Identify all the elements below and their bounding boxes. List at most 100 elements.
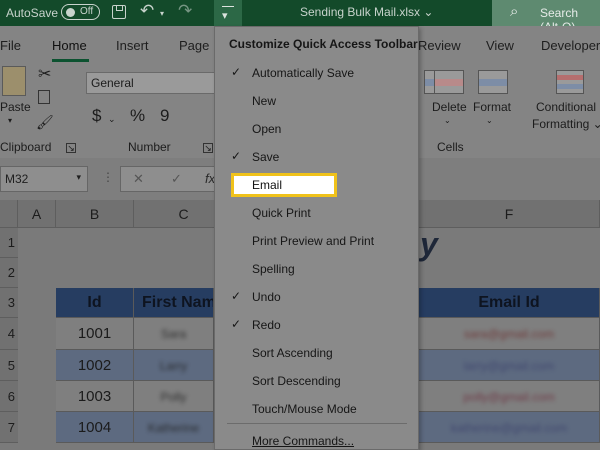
customize-qat-button[interactable]: ▾ [214, 0, 242, 26]
currency-format-button[interactable]: $ [92, 106, 101, 126]
first-name-cell[interactable]: Polly [134, 381, 214, 412]
number-launcher-icon[interactable]: ↘ [203, 143, 213, 153]
row-header[interactable]: 5 [0, 350, 18, 381]
menu-item-label: Redo [252, 318, 281, 332]
menu-item-new[interactable]: New [215, 87, 418, 115]
first-name-header-cell[interactable]: First Nam [134, 288, 214, 318]
tab-insert[interactable]: Insert [116, 38, 149, 53]
email-cell[interactable]: sara@gmail.com [419, 318, 600, 350]
comma-format-button[interactable]: 9 [160, 106, 169, 126]
id-header-cell[interactable]: Id [56, 288, 134, 318]
select-all-corner[interactable] [0, 200, 18, 228]
email-value: sara@gmail.com [463, 327, 555, 341]
menu-item-touch-mouse-mode[interactable]: Touch/Mouse Mode [215, 395, 418, 423]
email-value: katherine@gmail.com [450, 421, 568, 435]
column-header[interactable]: A [18, 200, 56, 228]
email-cell[interactable]: larry@gmail.com [419, 350, 600, 381]
formula-bar-divider-icon: ⋮ [102, 170, 114, 184]
delete-dropdown-icon[interactable]: ⌄ [444, 116, 451, 125]
tab-review[interactable]: Review [418, 38, 461, 53]
checkmark-icon: ✓ [231, 149, 242, 163]
conditional-formatting-icon[interactable] [556, 70, 584, 94]
tab-view[interactable]: View [486, 38, 514, 53]
paste-icon[interactable] [2, 66, 26, 96]
id-cell[interactable]: 1004 [56, 412, 134, 443]
column-header[interactable]: B [56, 200, 134, 228]
delete-cells-icon[interactable] [434, 70, 464, 94]
cancel-entry-icon[interactable]: ✕ [133, 171, 144, 187]
email-header-cell[interactable]: Email Id [419, 288, 600, 318]
conditional-formatting-label-2[interactable]: Formatting ⌄ [532, 117, 600, 131]
menu-item-email[interactable]: Email [215, 171, 418, 199]
format-painter-icon[interactable]: 🖌 [36, 114, 54, 131]
email-cell[interactable]: katherine@gmail.com [419, 412, 600, 443]
formula-controls: ✕ ✓ fx [120, 166, 220, 192]
conditional-formatting-label[interactable]: Conditional [536, 100, 596, 114]
menu-item-save[interactable]: ✓ Save [215, 143, 418, 171]
checkmark-icon: ✓ [231, 289, 242, 303]
confirm-entry-icon[interactable]: ✓ [171, 171, 182, 187]
format-cells-icon[interactable] [478, 70, 508, 94]
id-cell[interactable]: 1003 [56, 381, 134, 412]
menu-item-label: Spelling [252, 262, 295, 276]
menu-item-undo[interactable]: ✓ Undo [215, 283, 418, 311]
paste-label[interactable]: Paste [0, 100, 31, 114]
menu-item-spelling[interactable]: Spelling [215, 255, 418, 283]
menu-item-label: Sort Ascending [252, 346, 333, 360]
undo-dropdown-icon[interactable]: ▾ [160, 9, 164, 18]
email-cell[interactable]: polly@gmail.com [419, 381, 600, 412]
menu-item-automatically-save[interactable]: ✓ Automatically Save [215, 59, 418, 87]
document-title[interactable]: Sending Bulk Mail.xlsx ⌄ [300, 5, 433, 19]
row-header[interactable]: 7 [0, 412, 18, 443]
menu-item-redo[interactable]: ✓ Redo [215, 311, 418, 339]
first-name-cell[interactable]: Katherine [134, 412, 214, 443]
clipboard-launcher-icon[interactable]: ↘ [66, 143, 76, 153]
currency-dropdown-icon[interactable]: ⌄ [108, 114, 116, 125]
menu-item-sort-descending[interactable]: Sort Descending [215, 367, 418, 395]
menu-item-quick-print[interactable]: Quick Print [215, 199, 418, 227]
first-name-cell[interactable]: Larry [134, 350, 214, 381]
menu-item-label: Touch/Mouse Mode [252, 402, 357, 416]
delete-cells-label[interactable]: Delete [432, 100, 467, 114]
format-cells-label[interactable]: Format [473, 100, 511, 114]
tab-home[interactable]: Home [52, 38, 87, 53]
row-header[interactable]: 2 [0, 258, 18, 288]
highlight-box [231, 173, 337, 197]
format-dropdown-icon[interactable]: ⌄ [486, 116, 493, 125]
id-cell[interactable]: 1002 [56, 350, 134, 381]
name-box[interactable]: M32 ▾ [0, 166, 88, 192]
autosave-toggle[interactable]: Off [61, 4, 100, 20]
tab-developer[interactable]: Developer [541, 38, 600, 53]
tab-file[interactable]: File [0, 38, 21, 53]
name-box-dropdown-icon[interactable]: ▾ [76, 172, 81, 183]
row-header[interactable]: 1 [0, 228, 18, 258]
percent-format-button[interactable]: % [130, 106, 145, 126]
menu-item-label: Save [252, 150, 280, 164]
row-header[interactable]: 4 [0, 318, 18, 350]
cut-icon[interactable]: ✂ [38, 64, 51, 84]
undo-icon[interactable]: ↶ [140, 1, 154, 21]
row-header[interactable]: 3 [0, 288, 18, 318]
autosave-state: Off [80, 6, 94, 17]
redo-icon[interactable]: ↷ [178, 1, 192, 21]
first-name-value: Polly [160, 390, 187, 404]
row-header[interactable]: 6 [0, 381, 18, 412]
menu-item-label: Open [252, 122, 282, 136]
column-header[interactable]: F [419, 200, 600, 228]
number-group-label: Number [128, 140, 171, 154]
excel-window: AutoSave Off ↶ ▾ ↷ ▾ Sending Bulk Mail.x… [0, 0, 600, 450]
menu-item-open[interactable]: Open [215, 115, 418, 143]
number-format-select[interactable]: General [86, 72, 218, 94]
id-cell[interactable]: 1001 [56, 318, 134, 350]
first-name-value: Katherine [147, 421, 200, 435]
menu-item-print-preview-and-print[interactable]: Print Preview and Print [215, 227, 418, 255]
paste-dropdown-icon[interactable]: ▾ [8, 116, 12, 125]
menu-item-sort-ascending[interactable]: Sort Ascending [215, 339, 418, 367]
tab-page-layout[interactable]: Page [179, 38, 209, 53]
menu-item-label: Automatically Save [252, 66, 355, 80]
search-box[interactable]: ⌕ Search (Alt-Q) [492, 0, 600, 34]
save-icon[interactable] [112, 5, 126, 19]
copy-icon[interactable] [38, 90, 50, 104]
menu-item-more-commands[interactable]: More Commands... [215, 427, 418, 450]
first-name-cell[interactable]: Sara [134, 318, 214, 350]
